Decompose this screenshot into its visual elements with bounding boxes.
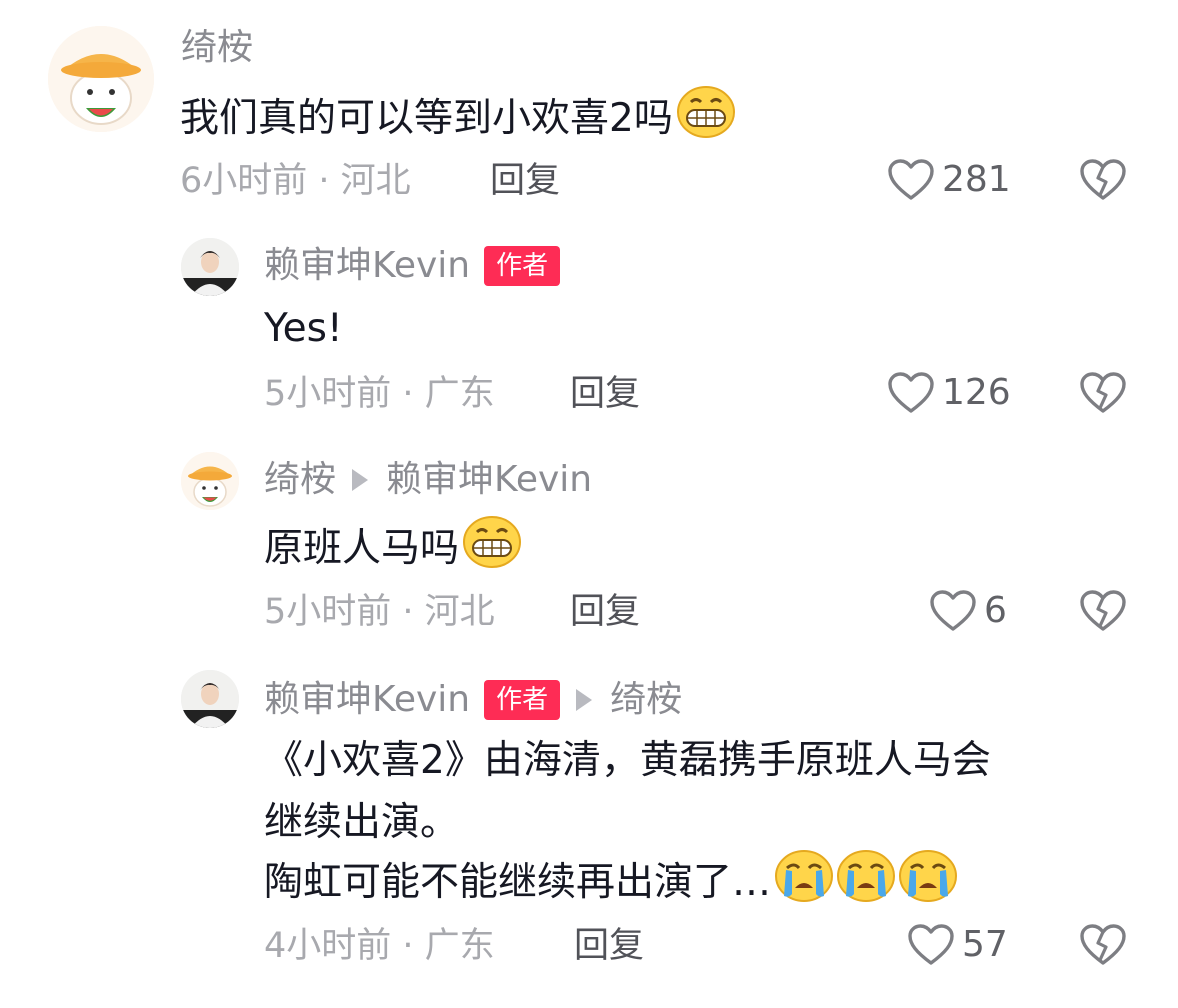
like-button[interactable]: 6 (930, 590, 1007, 632)
heart-icon (930, 590, 976, 631)
reply-to-username[interactable]: 绮桉 (610, 680, 682, 720)
broken-heart-icon (1080, 159, 1126, 200)
comment: 绮桉 我们真的可以等到小欢喜2吗 6小时前 · 河北 回复 281 (0, 0, 1178, 220)
heart-icon (888, 159, 934, 200)
like-count: 6 (984, 590, 1007, 631)
comment-text: 原班人马吗 (264, 516, 522, 585)
like-count: 57 (962, 924, 1008, 965)
reply-button[interactable]: 回复 (570, 592, 640, 632)
comment-username[interactable]: 赖审坤Kevin 作者 (264, 246, 561, 286)
broken-heart-icon (1080, 372, 1126, 413)
comment-text-line: 陶虹可能不能继续再出演了… (264, 850, 958, 919)
comment-username: 赖审坤Kevin 作者 绮桉 (264, 680, 682, 720)
comment-username[interactable]: 绮桉 (181, 28, 253, 68)
grin-emoji-icon (463, 516, 522, 585)
comment-text-content: 原班人马吗 (264, 526, 460, 571)
reply-comment: 赖审坤Kevin 作者 绮桉 《小欢喜2》由海清，黄磊携手原班人马会 继续出演。… (0, 660, 1178, 1008)
reply-arrow-icon (576, 689, 593, 711)
like-button[interactable]: 57 (908, 924, 1008, 966)
person-avatar-icon (181, 238, 239, 296)
dislike-button[interactable] (1079, 159, 1127, 205)
username-link[interactable]: 赖审坤Kevin (264, 246, 470, 286)
comment-text-content: 陶虹可能不能继续再出演了… (264, 860, 772, 905)
cat-avatar-icon (48, 26, 154, 132)
person-avatar-icon (181, 670, 239, 728)
comment-text: Yes! (264, 300, 343, 358)
crying-emoji-icon (837, 850, 896, 919)
grin-emoji-icon (676, 86, 735, 155)
reply-button[interactable]: 回复 (574, 926, 644, 966)
avatar[interactable] (48, 26, 154, 132)
broken-heart-icon (1080, 590, 1126, 631)
reply-to-username[interactable]: 赖审坤Kevin (386, 460, 592, 500)
avatar[interactable] (181, 238, 239, 296)
comment-text: 我们真的可以等到小欢喜2吗 (180, 86, 735, 155)
comment-username: 绮桉 赖审坤Kevin (264, 460, 592, 500)
heart-icon (908, 924, 954, 965)
username-link[interactable]: 绮桉 (181, 28, 253, 68)
comment-meta: 5小时前 · 广东 (264, 374, 495, 414)
comment-text-content: Yes! (264, 306, 343, 351)
heart-icon (888, 372, 934, 413)
comment-meta: 6小时前 · 河北 (180, 161, 411, 201)
reply-comment: 赖审坤Kevin 作者 Yes! 5小时前 · 广东 回复 126 (0, 220, 1178, 440)
crying-emoji-icon (775, 850, 834, 919)
username-link[interactable]: 赖审坤Kevin (264, 680, 470, 720)
author-badge: 作者 (484, 246, 561, 286)
cat-avatar-icon (181, 452, 239, 510)
reply-button[interactable]: 回复 (490, 161, 560, 201)
reply-button[interactable]: 回复 (570, 374, 640, 414)
comment-text-content: 我们真的可以等到小欢喜2吗 (180, 96, 673, 141)
comment-text-line: 继续出演。 (264, 794, 459, 852)
dislike-button[interactable] (1079, 590, 1127, 636)
username-link[interactable]: 绮桉 (264, 460, 336, 500)
comment-meta: 5小时前 · 河北 (264, 592, 495, 632)
dislike-button[interactable] (1079, 924, 1127, 970)
dislike-button[interactable] (1079, 372, 1127, 418)
comment-meta: 4小时前 · 广东 (264, 926, 495, 966)
author-badge: 作者 (484, 680, 561, 720)
reply-arrow-icon (352, 469, 369, 491)
like-button[interactable]: 126 (888, 372, 1011, 414)
avatar[interactable] (181, 452, 239, 510)
comment-text-content: 继续出演。 (264, 800, 460, 845)
reply-comment: 绮桉 赖审坤Kevin 原班人马吗 5小时前 · 河北 回复 6 (0, 440, 1178, 660)
broken-heart-icon (1080, 924, 1126, 965)
like-count: 281 (942, 159, 1011, 200)
comment-text-content: 《小欢喜2》由海清，黄磊携手原班人马会 (264, 738, 991, 783)
avatar[interactable] (181, 670, 239, 728)
like-button[interactable]: 281 (888, 159, 1011, 201)
crying-emoji-icon (899, 850, 958, 919)
like-count: 126 (942, 372, 1011, 413)
comment-text-line: 《小欢喜2》由海清，黄磊携手原班人马会 (264, 732, 991, 790)
